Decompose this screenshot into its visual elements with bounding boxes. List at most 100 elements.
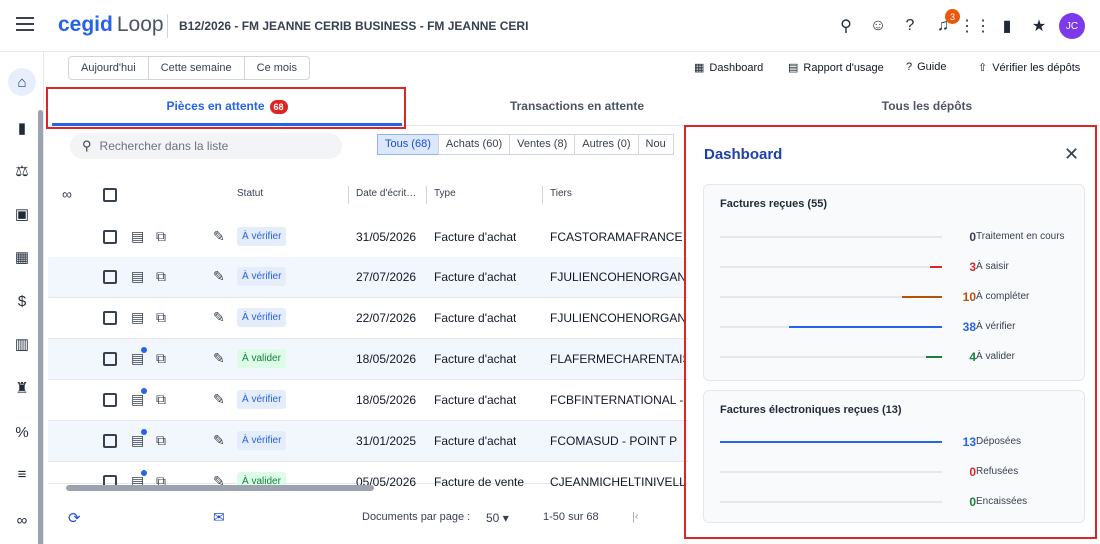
percent-icon[interactable]: %	[8, 418, 36, 446]
open-external-icon[interactable]: ⧉	[156, 391, 166, 408]
list-icon[interactable]: ≡	[8, 460, 36, 488]
row-tiers: FCOMASUD - POINT P	[550, 434, 678, 448]
tab-tous-les-depots[interactable]: Tous les dépôts	[752, 88, 1100, 126]
table-row[interactable]: ▤ ⧉ ✎ À vérifier 18/05/2026 Facture d'achat FC…	[48, 380, 688, 421]
help-icon[interactable]: ?	[900, 16, 920, 36]
row-date: 27/07/2026	[356, 270, 417, 284]
row-checkbox[interactable]	[103, 230, 117, 244]
upload-icon: ⇧	[978, 62, 988, 74]
row-checkbox[interactable]	[103, 434, 117, 448]
filter-ventes[interactable]: Ventes (8)	[509, 134, 576, 155]
edit-icon[interactable]: ✎	[213, 268, 225, 285]
horizontal-scrollbar[interactable]	[66, 485, 374, 491]
filter-chips: Tous (68) Achats (60) Ventes (8) Autres …	[377, 134, 674, 155]
building-icon[interactable]: ▥	[8, 330, 36, 358]
per-page-select[interactable]: 50 ▾	[486, 511, 509, 525]
row-tiers: FCBFINTERNATIONAL - CB	[550, 393, 686, 407]
page-range: 1-50 sur 68	[543, 511, 599, 523]
period-month-button[interactable]: Ce mois	[245, 57, 309, 79]
column-divider	[542, 186, 543, 204]
table-row[interactable]: ▤ ⧉ ✎ À vérifier 31/05/2026 Facture d'achat FC…	[48, 217, 688, 258]
search-icon[interactable]: ⚲	[836, 16, 856, 36]
company-name[interactable]: B12/2026 - FM JEANNE CERIB BUSINESS - FM…	[179, 19, 529, 33]
calculator-icon[interactable]: ▦	[8, 243, 36, 271]
column-type[interactable]: Type	[434, 188, 456, 199]
document-icon[interactable]: ▤	[131, 388, 148, 408]
filter-all[interactable]: Tous (68)	[377, 134, 439, 155]
edit-icon[interactable]: ✎	[213, 309, 225, 326]
edit-icon[interactable]: ✎	[213, 391, 225, 408]
search-input[interactable]: ⚲ Rechercher dans la liste	[70, 133, 342, 159]
bookmark-icon[interactable]: ▮	[997, 16, 1017, 36]
banknote-icon[interactable]: ▣	[8, 200, 36, 228]
status-badge: À valider	[237, 349, 286, 368]
document-icon[interactable]: ▤	[131, 228, 144, 245]
first-page-icon[interactable]: |‹	[632, 511, 639, 523]
apps-grid-icon[interactable]: ⋮⋮	[959, 16, 991, 36]
star-icon[interactable]: ★	[1029, 16, 1049, 36]
period-today-button[interactable]: Aujourd'hui	[69, 57, 149, 79]
chat-icon[interactable]: ✉	[213, 509, 225, 526]
avatar[interactable]: JC	[1059, 13, 1085, 39]
column-tiers[interactable]: Tiers	[550, 188, 572, 199]
usage-report-button[interactable]: ▤ Rapport d'usage	[788, 61, 884, 75]
dashboard-icon: ▦	[694, 62, 705, 74]
row-date: 31/01/2025	[356, 434, 417, 448]
assistant-icon[interactable]: ☺	[868, 16, 888, 36]
document-icon[interactable]: ▤	[131, 268, 144, 285]
row-checkbox[interactable]	[103, 270, 117, 284]
link-icon[interactable]: ∞	[62, 186, 72, 202]
book-icon[interactable]: ▮	[8, 114, 36, 142]
row-date: 18/05/2026	[356, 393, 417, 407]
table-row[interactable]: ▤ ⧉ ✎ À vérifier 22/07/2026 Facture d'achat FJ…	[48, 298, 688, 339]
column-statut[interactable]: Statut	[237, 188, 263, 199]
verify-deposits-button[interactable]: ⇧ Vérifier les dépôts	[978, 61, 1080, 75]
scale-icon[interactable]: ⚖	[8, 157, 36, 185]
sidebar-scrollbar[interactable]	[38, 110, 43, 544]
row-checkbox[interactable]	[103, 352, 117, 366]
column-divider	[426, 186, 427, 204]
document-icon[interactable]: ▤	[131, 309, 144, 326]
period-week-button[interactable]: Cette semaine	[149, 57, 245, 79]
row-tiers: FCASTORAMAFRANCE - CA	[550, 230, 686, 244]
column-date[interactable]: Date d'écrit…	[356, 188, 416, 199]
tab-transactions-en-attente[interactable]: Transactions en attente	[402, 88, 752, 126]
row-type: Facture d'achat	[434, 311, 517, 325]
document-icon[interactable]: ▤	[131, 429, 148, 449]
row-tiers: FLAFERMECHARENTAISEM	[550, 352, 686, 366]
per-page-label: Documents par page :	[362, 511, 471, 523]
open-external-icon[interactable]: ⧉	[156, 309, 166, 326]
link-icon[interactable]: ∞	[8, 506, 36, 534]
select-all-checkbox[interactable]	[103, 188, 117, 202]
row-checkbox[interactable]	[103, 393, 117, 407]
row-tiers: FJULIENCOHENORGANISATI	[550, 270, 686, 284]
open-external-icon[interactable]: ⧉	[156, 268, 166, 285]
table-row[interactable]: ▤ ⧉ ✎ À vérifier 27/07/2026 Facture d'achat FJ…	[48, 257, 688, 298]
menu-icon[interactable]	[16, 17, 34, 31]
filter-autres[interactable]: Autres (0)	[574, 134, 639, 155]
filter-nouveau[interactable]: Nou	[637, 134, 674, 155]
dashboard-button[interactable]: ▦ Dashboard	[694, 61, 763, 75]
stamp-icon[interactable]: ♜	[8, 374, 36, 402]
filter-achats[interactable]: Achats (60)	[437, 134, 511, 155]
edit-icon[interactable]: ✎	[213, 228, 225, 245]
row-type: Facture d'achat	[434, 230, 517, 244]
row-type: Facture d'achat	[434, 434, 517, 448]
row-checkbox[interactable]	[103, 311, 117, 325]
guide-button[interactable]: ? Guide	[906, 61, 946, 73]
edit-icon[interactable]: ✎	[213, 432, 225, 449]
open-external-icon[interactable]: ⧉	[156, 350, 166, 367]
column-divider	[348, 186, 349, 204]
open-external-icon[interactable]: ⧉	[156, 432, 166, 449]
home-icon[interactable]: ⌂	[8, 68, 36, 96]
table-row[interactable]: ▤ ⧉ ✎ À valider 18/05/2026 Facture d'achat FLA…	[48, 339, 688, 380]
document-icon[interactable]: ▤	[131, 347, 148, 367]
edit-icon[interactable]: ✎	[213, 350, 225, 367]
table-row[interactable]: ▤ ⧉ ✎ À vérifier 31/01/2025 Facture d'achat FC…	[48, 421, 688, 462]
dollar-icon[interactable]: $	[8, 287, 36, 315]
refresh-icon[interactable]: ⟳	[68, 509, 81, 527]
open-external-icon[interactable]: ⧉	[156, 228, 166, 245]
table-row[interactable]: ▤ ⧉ ✎ À valider 05/05/2026 Facture de vente CJ…	[48, 462, 688, 491]
top-bar: cegid Loop B12/2026 - FM JEANNE CERIB BUS…	[0, 0, 1100, 52]
row-type: Facture d'achat	[434, 393, 517, 407]
